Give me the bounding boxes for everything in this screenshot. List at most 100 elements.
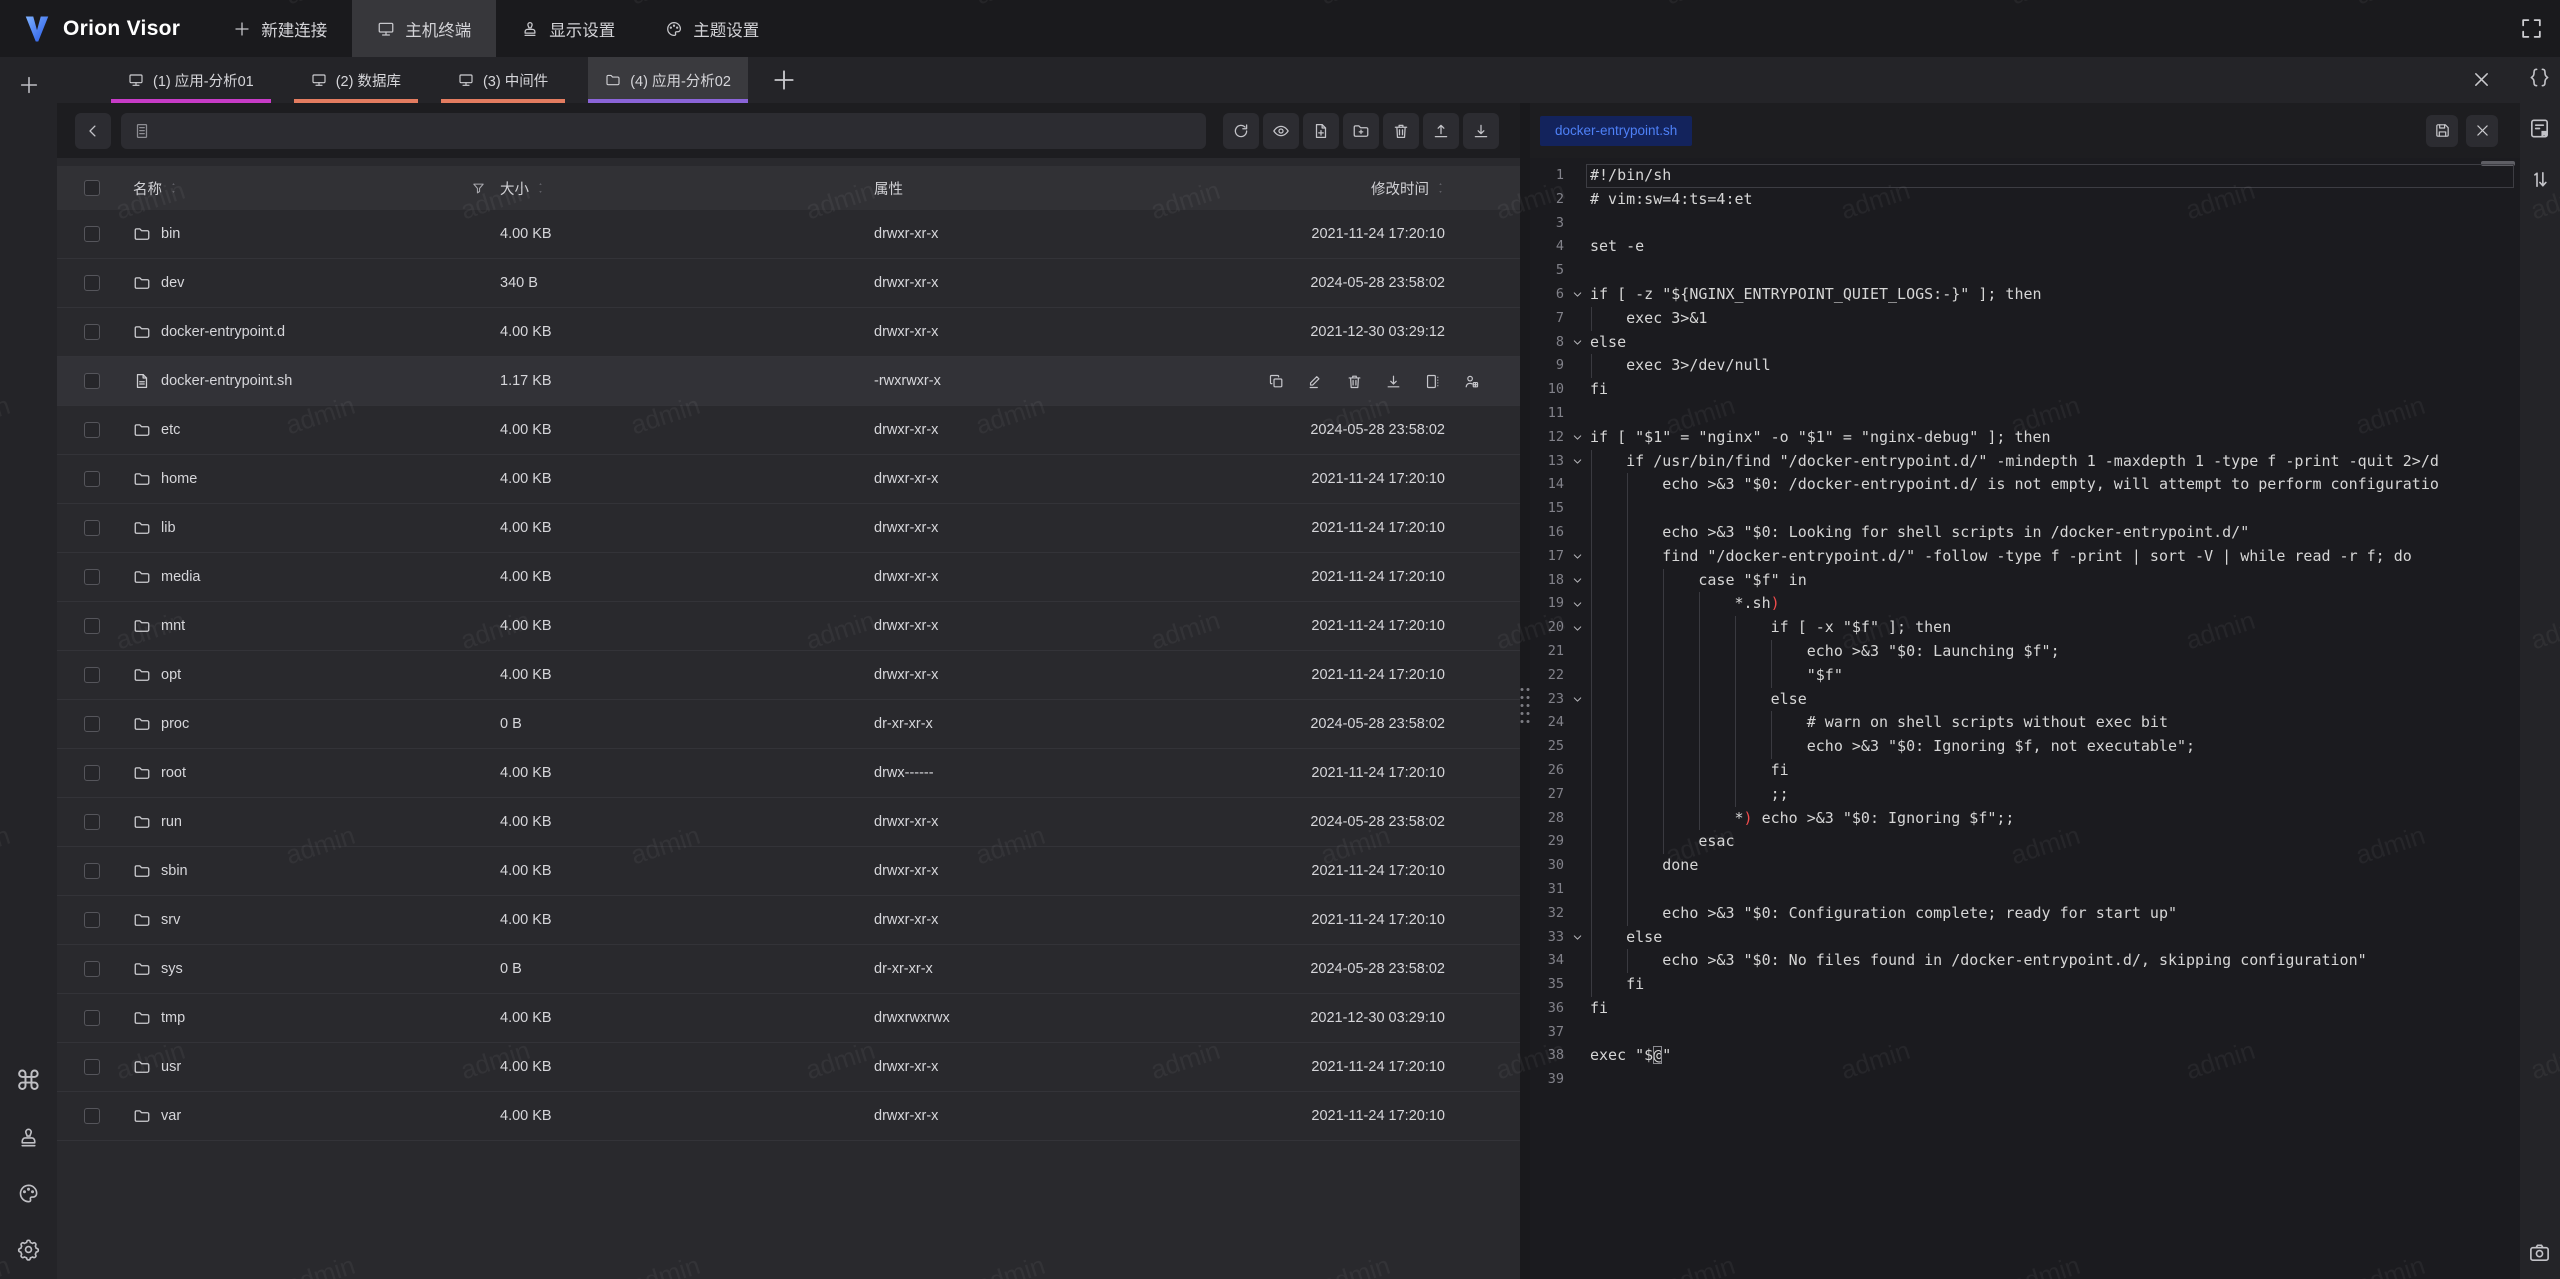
nav-host-terminal[interactable]: 主机终端 <box>352 0 496 57</box>
chevron-down-icon[interactable] <box>1571 336 1584 349</box>
row-checkbox[interactable] <box>84 422 100 438</box>
table-row-sbin[interactable]: sbin 4.00 KB drwxr-xr-x 2021-11-24 17:20… <box>57 847 1520 896</box>
table-row-home[interactable]: home 4.00 KB drwxr-xr-x 2021-11-24 17:20… <box>57 455 1520 504</box>
sidebar-plus-icon[interactable] <box>14 70 44 100</box>
row-checkbox[interactable] <box>84 373 100 389</box>
sidebar-stamp-icon[interactable] <box>14 1122 44 1152</box>
code-line-21[interactable]: 21 echo >&3 "$0: Launching $f"; <box>1530 640 2520 664</box>
edit-icon[interactable] <box>1307 373 1324 390</box>
code-line-35[interactable]: 35 fi <box>1530 973 2520 997</box>
trash-icon[interactable] <box>1346 373 1363 390</box>
panel-divider[interactable] <box>1520 103 1530 1279</box>
code-line-20[interactable]: 20 if [ -x "$f" ]; then <box>1530 616 2520 640</box>
code-line-28[interactable]: 28 *) echo >&3 "$0: Ignoring $f";; <box>1530 807 2520 831</box>
code-line-17[interactable]: 17 find "/docker-entrypoint.d/" -follow … <box>1530 545 2520 569</box>
table-row-etc[interactable]: etc 4.00 KB drwxr-xr-x 2024-05-28 23:58:… <box>57 406 1520 455</box>
code-line-38[interactable]: 38 exec "$@" <box>1530 1044 2520 1068</box>
code-line-25[interactable]: 25 echo >&3 "$0: Ignoring $f, not execut… <box>1530 735 2520 759</box>
row-checkbox[interactable] <box>84 520 100 536</box>
row-checkbox[interactable] <box>84 716 100 732</box>
table-row-docker-entrypoint.d[interactable]: docker-entrypoint.d 4.00 KB drwxr-xr-x 2… <box>57 308 1520 357</box>
code-line-27[interactable]: 27 ;; <box>1530 783 2520 807</box>
code-line-13[interactable]: 13 if /usr/bin/find "/docker-entrypoint.… <box>1530 450 2520 474</box>
table-row-opt[interactable]: opt 4.00 KB drwxr-xr-x 2021-11-24 17:20:… <box>57 651 1520 700</box>
code-line-5[interactable]: 5 <box>1530 259 2520 283</box>
toolbar-upload-button[interactable] <box>1423 113 1459 149</box>
table-row-media[interactable]: media 4.00 KB drwxr-xr-x 2021-11-24 17:2… <box>57 553 1520 602</box>
table-row-root[interactable]: root 4.00 KB drwx------ 2021-11-24 17:20… <box>57 749 1520 798</box>
back-button[interactable] <box>75 113 111 149</box>
fullscreen-icon[interactable] <box>2519 16 2544 41</box>
touch-icon[interactable] <box>1424 373 1441 390</box>
chevron-down-icon[interactable] <box>1571 431 1584 444</box>
nav-theme-settings[interactable]: 主题设置 <box>640 0 784 57</box>
code-line-39[interactable]: 39 <box>1530 1068 2520 1092</box>
table-row-sys[interactable]: sys 0 B dr-xr-xr-x 2024-05-28 23:58:02 <box>57 945 1520 994</box>
path-input[interactable] <box>121 113 1206 149</box>
code-line-2[interactable]: 2 # vim:sw=4:ts=4:et <box>1530 188 2520 212</box>
code-line-6[interactable]: 6 if [ -z "${NGINX_ENTRYPOINT_QUIET_LOGS… <box>1530 283 2520 307</box>
sort-carets[interactable] <box>536 182 545 194</box>
chevron-down-icon[interactable] <box>1571 931 1584 944</box>
chevron-down-icon[interactable] <box>1571 550 1584 563</box>
select-all-checkbox[interactable] <box>84 180 100 196</box>
code-line-32[interactable]: 32 echo >&3 "$0: Configuration complete;… <box>1530 902 2520 926</box>
chown-icon[interactable] <box>1463 373 1480 390</box>
chevron-down-icon[interactable] <box>1571 622 1584 635</box>
code-line-36[interactable]: 36 fi <box>1530 997 2520 1021</box>
divider-grip-icon[interactable] <box>1521 688 1530 723</box>
chevron-down-icon[interactable] <box>1571 693 1584 706</box>
code-line-8[interactable]: 8 else <box>1530 331 2520 355</box>
copy-icon[interactable] <box>1268 373 1285 390</box>
code-line-10[interactable]: 10 fi <box>1530 378 2520 402</box>
toolbar-folder-plus-button[interactable] <box>1343 113 1379 149</box>
sort-carets[interactable] <box>1436 182 1445 194</box>
code-line-23[interactable]: 23 else <box>1530 688 2520 712</box>
tab-3[interactable]: (3) 中间件 <box>441 57 565 103</box>
table-row-var[interactable]: var 4.00 KB drwxr-xr-x 2021-11-24 17:20:… <box>57 1092 1520 1141</box>
table-row-srv[interactable]: srv 4.00 KB drwxr-xr-x 2021-11-24 17:20:… <box>57 896 1520 945</box>
row-checkbox[interactable] <box>84 863 100 879</box>
code-line-1[interactable]: 1 #!/bin/sh <box>1530 164 2520 188</box>
chevron-down-icon[interactable] <box>1571 455 1584 468</box>
nav-display-settings[interactable]: 显示设置 <box>496 0 640 57</box>
code-line-19[interactable]: 19 *.sh) <box>1530 592 2520 616</box>
nav-new-connection[interactable]: 新建连接 <box>208 0 352 57</box>
code-line-14[interactable]: 14 echo >&3 "$0: /docker-entrypoint.d/ i… <box>1530 473 2520 497</box>
row-checkbox[interactable] <box>84 618 100 634</box>
filter-funnel-icon[interactable] <box>471 181 486 196</box>
table-row-usr[interactable]: usr 4.00 KB drwxr-xr-x 2021-11-24 17:20:… <box>57 1043 1520 1092</box>
row-checkbox[interactable] <box>84 961 100 977</box>
table-row-dev[interactable]: dev 340 B drwxr-xr-x 2024-05-28 23:58:02 <box>57 259 1520 308</box>
table-row-proc[interactable]: proc 0 B dr-xr-xr-x 2024-05-28 23:58:02 <box>57 700 1520 749</box>
strip-doc-bookmark-icon[interactable] <box>2528 117 2553 142</box>
toolbar-eye-button[interactable] <box>1263 113 1299 149</box>
sidebar-gear-icon[interactable] <box>14 1234 44 1264</box>
chevron-down-icon[interactable] <box>1571 288 1584 301</box>
strip-camera-icon[interactable] <box>2528 1241 2553 1266</box>
code-line-22[interactable]: 22 "$f" <box>1530 664 2520 688</box>
add-tab-icon[interactable] <box>771 67 797 93</box>
code-line-26[interactable]: 26 fi <box>1530 759 2520 783</box>
tab-1[interactable]: (1) 应用-分析01 <box>111 57 271 103</box>
close-panel-icon[interactable] <box>2471 69 2492 90</box>
code-line-29[interactable]: 29 esac <box>1530 830 2520 854</box>
code-line-4[interactable]: 4 set -e <box>1530 235 2520 259</box>
chevron-down-icon[interactable] <box>1571 574 1584 587</box>
toolbar-refresh-button[interactable] <box>1223 113 1259 149</box>
code-line-30[interactable]: 30 done <box>1530 854 2520 878</box>
row-checkbox[interactable] <box>84 1010 100 1026</box>
table-row-mnt[interactable]: mnt 4.00 KB drwxr-xr-x 2021-11-24 17:20:… <box>57 602 1520 651</box>
table-row-run[interactable]: run 4.00 KB drwxr-xr-x 2024-05-28 23:58:… <box>57 798 1520 847</box>
row-checkbox[interactable] <box>84 569 100 585</box>
toolbar-trash-button[interactable] <box>1383 113 1419 149</box>
row-checkbox[interactable] <box>84 226 100 242</box>
sidebar-command-icon[interactable]: ⌘ <box>14 1066 44 1096</box>
code-line-12[interactable]: 12 if [ "$1" = "nginx" -o "$1" = "nginx-… <box>1530 426 2520 450</box>
chevron-down-icon[interactable] <box>1571 598 1584 611</box>
sidebar-palette-icon[interactable] <box>14 1178 44 1208</box>
code-line-9[interactable]: 9 exec 3>/dev/null <box>1530 354 2520 378</box>
editor-save-button[interactable] <box>2426 115 2458 147</box>
table-row-lib[interactable]: lib 4.00 KB drwxr-xr-x 2021-11-24 17:20:… <box>57 504 1520 553</box>
row-checkbox[interactable] <box>84 471 100 487</box>
